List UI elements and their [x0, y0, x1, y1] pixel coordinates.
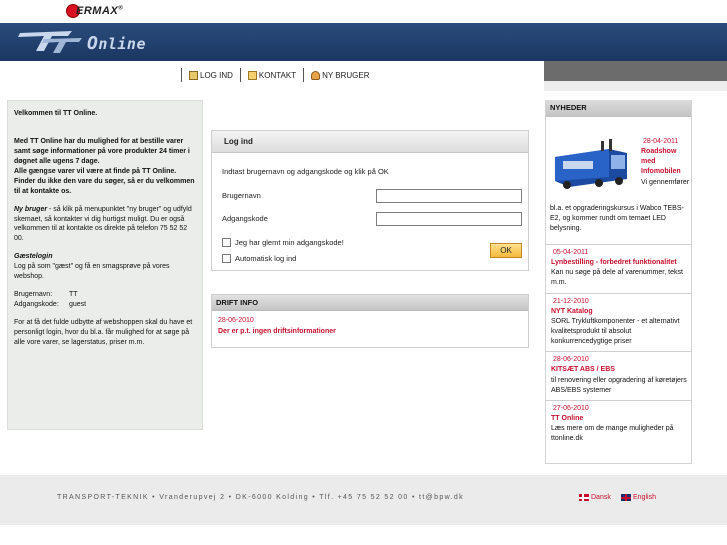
welcome-heading: Velkommen til TT Online.: [14, 110, 98, 117]
tt-logo-icon: [18, 31, 82, 53]
welcome-intro: Med TT Online har du mulighed for at bes…: [14, 137, 195, 195]
auto-login-row[interactable]: Automatisk log ind: [222, 254, 296, 263]
username-label: Brugernavn: [222, 191, 261, 200]
nav-separator: [303, 68, 305, 82]
footer-address: TRANSPORT-TEKNIK • Vranderupvej 2 • DK-6…: [57, 494, 464, 501]
roadshow-truck-icon: [549, 139, 635, 195]
news-item[interactable]: 05-04-2011 Lynbestilling - forbedret fun…: [546, 245, 691, 294]
password-label: Adgangskode: [222, 214, 268, 223]
drift-info-title: DRIFT INFO: [212, 295, 528, 311]
lang-english[interactable]: English: [621, 494, 656, 501]
featured-side-text: 28-04-2011 Roadshow med Infomobilen Vi g…: [641, 138, 690, 186]
login-intro: Indtast brugernavn og adgangskode og kli…: [222, 167, 389, 176]
logo-online-text: Online: [87, 33, 146, 54]
nav-right-bar-lower: [544, 81, 727, 91]
header-band: Online: [0, 23, 727, 61]
drift-date: 28-06-2010: [218, 317, 254, 324]
nav-separator: [239, 68, 241, 82]
auto-login-checkbox[interactable]: [222, 254, 231, 263]
danish-flag-icon: [579, 494, 589, 501]
news-item[interactable]: 28-06-2010 KITSÆT ABS / EBS til renoveri…: [546, 352, 691, 401]
guest-paragraph: Gæstelogin Log på som "gæst" og få en sma…: [14, 253, 170, 281]
uk-flag-icon: [621, 494, 631, 501]
news-item[interactable]: 21-12-2010 NYT Katalog SORL Trykluftkomp…: [546, 294, 691, 353]
news-item-featured[interactable]: 28-04-2011 Roadshow med Infomobilen Vi g…: [546, 117, 691, 245]
welcome-panel: Velkommen til TT Online. Med TT Online h…: [7, 100, 203, 430]
forgot-password-row[interactable]: Jeg har glemt min adgangskode!: [222, 238, 344, 247]
brand-logo: ERMAX®: [66, 4, 123, 18]
nav-login[interactable]: LOG IND: [189, 70, 233, 80]
top-strip: ERMAX®: [0, 0, 727, 23]
login-icon: [189, 70, 198, 80]
guest-credentials: Brugernavn: TT Adgangskode: guest: [14, 291, 87, 309]
news-column: NYHEDER 28-04-2011 Roadshow med Infomobi…: [545, 100, 692, 464]
nav-new-user-label: NY BRUGER: [322, 70, 370, 80]
news-title: NYHEDER: [546, 100, 691, 117]
nav-contact-label: KONTAKT: [258, 70, 297, 80]
featured-body: bl.a. et opgraderingskursus i Wabco TEBS…: [550, 205, 684, 233]
news-item[interactable]: 27-06-2010 TT Online Læs mere om de mang…: [546, 401, 691, 449]
password-input[interactable]: [376, 212, 522, 226]
drift-text[interactable]: Der er p.t. ingen driftsinformationer: [218, 328, 336, 335]
top-nav: LOG IND KONTAKT NY BRUGER: [174, 68, 370, 82]
login-title: Log ind: [212, 131, 528, 153]
drift-info-box: DRIFT INFO 28-06-2010 Der er p.t. ingen …: [211, 294, 529, 348]
outro-paragraph: For at få det fulde udbytte af webshoppe…: [14, 319, 193, 346]
nav-new-user[interactable]: NY BRUGER: [311, 70, 370, 80]
username-input[interactable]: [376, 189, 522, 203]
user-icon: [311, 70, 321, 80]
forgot-password-checkbox[interactable]: [222, 238, 231, 247]
nav-login-label: LOG IND: [200, 70, 233, 80]
nav-contact[interactable]: KONTAKT: [247, 70, 297, 80]
brand-name: ERMAX®: [76, 5, 124, 17]
footer: TRANSPORT-TEKNIK • Vranderupvej 2 • DK-6…: [0, 475, 727, 525]
ok-button[interactable]: OK: [490, 243, 522, 258]
login-box: Log ind Indtast brugernavn og adgangskod…: [211, 130, 529, 271]
nav-separator: [181, 68, 182, 82]
nav-right-bar: [544, 61, 727, 81]
lang-danish[interactable]: Dansk: [579, 494, 611, 501]
mail-icon: [247, 70, 257, 80]
new-user-paragraph: Ny bruger - så klik på menupunktet "ny b…: [14, 205, 192, 243]
